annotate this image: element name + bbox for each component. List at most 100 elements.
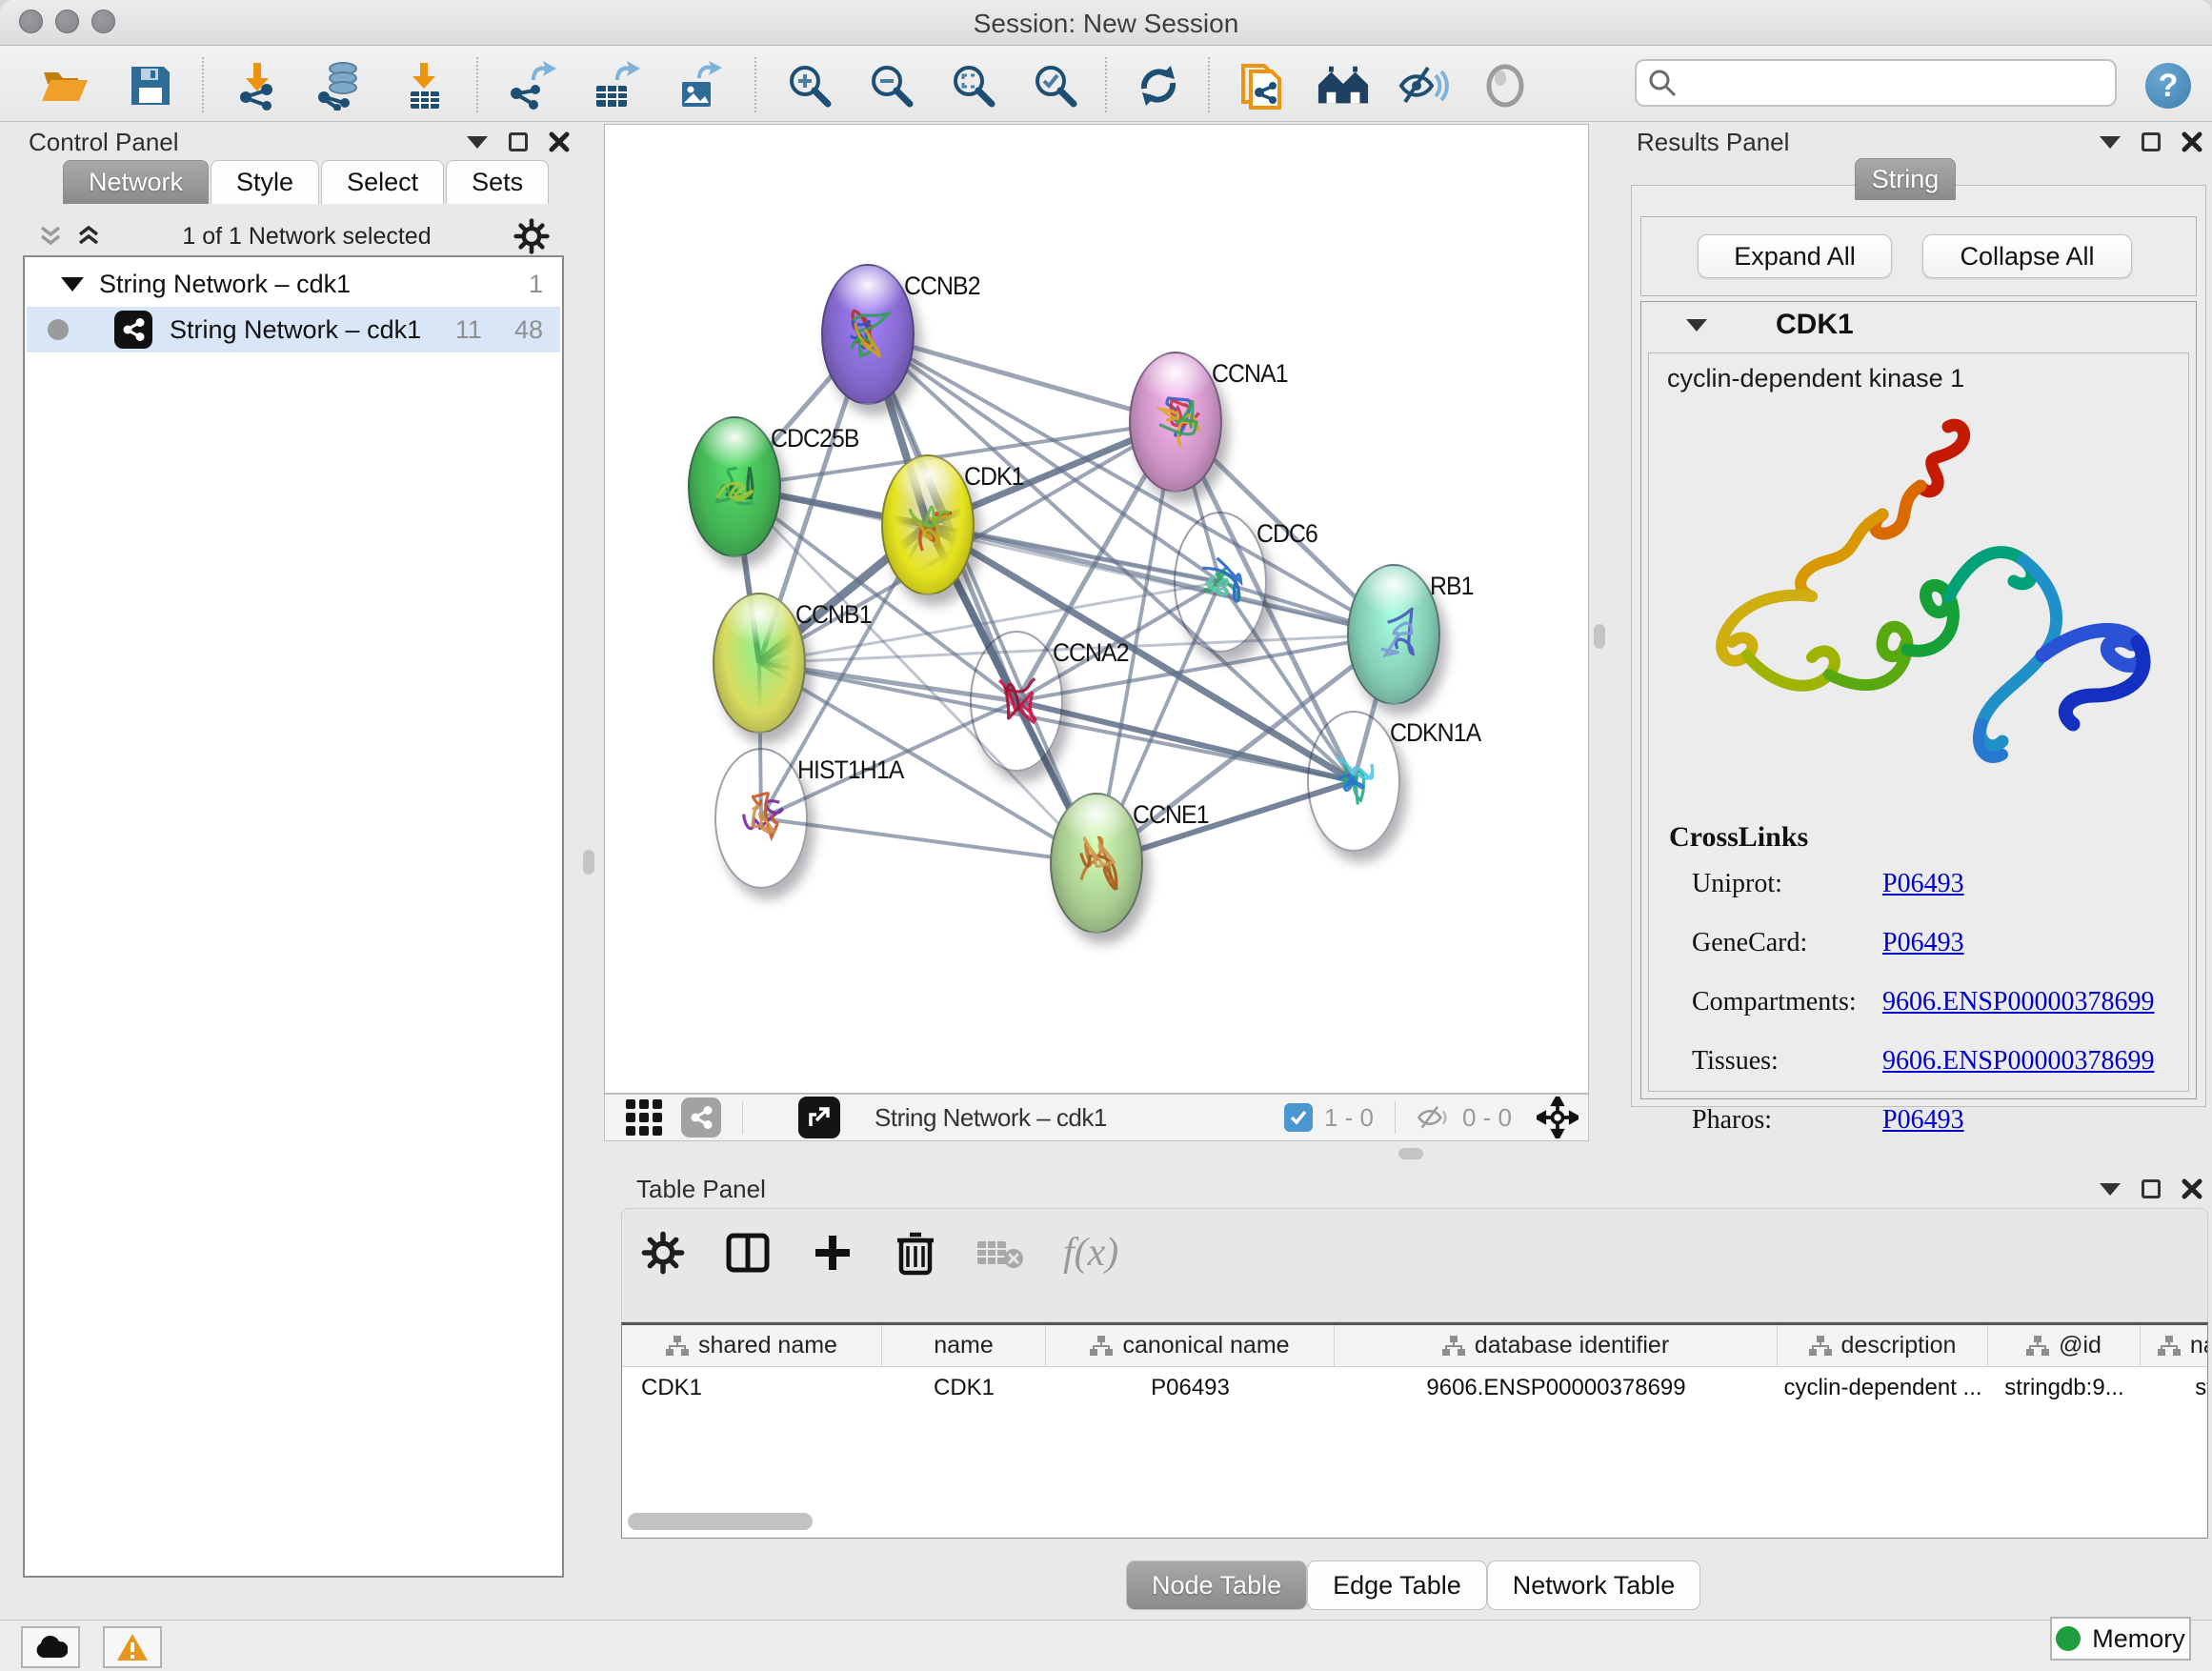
horizontal-scrollbar[interactable]	[628, 1513, 813, 1530]
gene-section-header[interactable]: CDK1	[1640, 301, 2197, 349]
table-panel-collapse-icon[interactable]	[2100, 1183, 2121, 1196]
export-image-button[interactable]	[673, 59, 726, 112]
tab-style[interactable]: Style	[211, 160, 319, 204]
collection-expander-icon[interactable]	[61, 277, 84, 292]
control-panel-collapse-icon[interactable]	[467, 136, 488, 149]
view-network-icon[interactable]	[681, 1097, 721, 1137]
results-panel-close-icon[interactable]	[2182, 131, 2202, 152]
crosslink-link[interactable]: P06493	[1882, 1105, 1964, 1136]
node-CCNB1[interactable]	[713, 593, 806, 734]
save-session-button[interactable]	[124, 59, 177, 112]
help-button[interactable]: ?	[2142, 59, 2195, 112]
show-columns-icon[interactable]	[724, 1229, 772, 1277]
crosslink-link[interactable]: P06493	[1882, 928, 1964, 958]
node-CDK1[interactable]	[881, 454, 975, 595]
tab-node-table[interactable]: Node Table	[1126, 1560, 1307, 1610]
crosslink-link[interactable]: P06493	[1882, 869, 1964, 899]
import-network-file-button[interactable]	[231, 59, 285, 112]
column-header-namespace[interactable]: namespace	[2141, 1325, 2208, 1366]
lens-disabled-button[interactable]	[1478, 59, 1532, 112]
network-collection-row[interactable]: String Network – cdk1 1	[27, 261, 560, 307]
cell-shared-name[interactable]: CDK1	[622, 1367, 882, 1409]
left-splitter-handle[interactable]	[583, 850, 594, 875]
cell-canonical-name[interactable]: P06493	[1046, 1367, 1335, 1409]
refresh-view-button[interactable]	[1132, 59, 1185, 112]
cell-description[interactable]: cyclin-dependent ...	[1778, 1367, 1988, 1409]
table-panel-float-icon[interactable]	[2142, 1179, 2161, 1198]
column-header-shared-name[interactable]: shared name	[622, 1325, 882, 1366]
node-CCNA2[interactable]	[970, 631, 1063, 772]
zoom-selected-button[interactable]	[1029, 59, 1082, 112]
tab-select[interactable]: Select	[321, 160, 444, 204]
collapse-all-button[interactable]: Collapse All	[1922, 234, 2132, 278]
node-CCNE1[interactable]	[1050, 793, 1143, 934]
node-CDC6[interactable]	[1174, 512, 1267, 653]
expand-all-icon[interactable]	[76, 224, 101, 249]
node-HIST1H1A[interactable]	[714, 748, 808, 889]
network-canvas[interactable]: CCNB2CCNA1CDC25BCDK1CDC6RB1CCNB1CCNA2CDK…	[604, 124, 1589, 1094]
column-header-description[interactable]: description	[1778, 1325, 1988, 1366]
node-protein-thumbnail	[1131, 353, 1224, 494]
zoom-out-button[interactable]	[865, 59, 918, 112]
tab-sets[interactable]: Sets	[446, 160, 549, 204]
table-row[interactable]: CDK1CDK1P064939606.ENSP00000378699cyclin…	[622, 1367, 2208, 1409]
search-field[interactable]	[1635, 59, 2117, 107]
selected-nodes-checkbox[interactable]	[1284, 1103, 1313, 1132]
zoom-in-button[interactable]	[783, 59, 836, 112]
pan-crosshair-icon[interactable]	[1537, 1097, 1579, 1138]
results-panel-float-icon[interactable]	[2142, 132, 2161, 151]
edge-CCNE1-HIST1H1A[interactable]	[761, 818, 1096, 863]
node-table[interactable]: shared namenamecanonical namedatabase id…	[621, 1322, 2208, 1539]
delete-column-icon[interactable]	[894, 1229, 937, 1277]
warning-button[interactable]	[103, 1626, 162, 1668]
import-network-database-button[interactable]	[312, 59, 366, 112]
export-table-button[interactable]	[589, 59, 642, 112]
right-splitter-handle[interactable]	[1594, 624, 1605, 649]
tab-edge-table[interactable]: Edge Table	[1307, 1560, 1487, 1610]
tab-network[interactable]: Network	[63, 160, 209, 204]
column-header-name[interactable]: name	[882, 1325, 1046, 1366]
bottom-splitter-handle[interactable]	[1398, 1148, 1423, 1159]
table-panel-close-icon[interactable]	[2182, 1178, 2202, 1199]
control-panel-close-icon[interactable]	[549, 131, 570, 152]
tab-network-table[interactable]: Network Table	[1487, 1560, 1701, 1610]
export-network-button[interactable]	[505, 59, 558, 112]
column-header--id[interactable]: @id	[1988, 1325, 2141, 1366]
clone-network-button[interactable]	[1235, 59, 1288, 112]
cell-name[interactable]: CDK1	[882, 1367, 1046, 1409]
node-RB1[interactable]	[1347, 564, 1440, 705]
node-CDC25B[interactable]	[688, 416, 781, 557]
tree-column-icon	[2026, 1336, 2049, 1357]
network-row[interactable]: String Network – cdk1 11 48	[27, 307, 560, 352]
cloud-button[interactable]	[21, 1626, 80, 1668]
memory-button[interactable]: Memory	[2050, 1617, 2191, 1661]
edge-CCNA2-CDKN1A[interactable]	[1016, 701, 1354, 781]
collapse-all-icon[interactable]	[38, 224, 63, 249]
home-pages-button[interactable]	[1317, 59, 1370, 112]
gene-expander-icon[interactable]	[1686, 319, 1707, 332]
detach-view-icon[interactable]	[798, 1097, 840, 1138]
crosslink-link[interactable]: 9606.ENSP00000378699	[1882, 987, 2154, 1017]
column-header-database-identifier[interactable]: database identifier	[1335, 1325, 1778, 1366]
node-CCNB2[interactable]	[821, 264, 915, 405]
network-options-gear-icon[interactable]	[513, 217, 551, 255]
hide-labels-button[interactable]	[1397, 59, 1450, 112]
results-panel-collapse-icon[interactable]	[2100, 136, 2121, 149]
view-grid-icon[interactable]	[626, 1099, 662, 1136]
column-header-canonical-name[interactable]: canonical name	[1046, 1325, 1335, 1366]
table-options-gear-icon[interactable]	[640, 1230, 686, 1276]
crosslink-link[interactable]: 9606.ENSP00000378699	[1882, 1046, 2154, 1077]
expand-all-button[interactable]: Expand All	[1698, 234, 1892, 278]
node-CDKN1A[interactable]	[1307, 711, 1400, 852]
add-column-icon[interactable]	[810, 1230, 855, 1276]
cell-namespace[interactable]: stringdb	[2141, 1367, 2208, 1409]
tab-string[interactable]: String	[1855, 158, 1956, 200]
control-panel-float-icon[interactable]	[509, 132, 528, 151]
cell--id[interactable]: stringdb:9...	[1988, 1367, 2141, 1409]
search-input[interactable]	[1686, 69, 2096, 98]
cell-database-identifier[interactable]: 9606.ENSP00000378699	[1335, 1367, 1778, 1409]
node-CCNA1[interactable]	[1129, 352, 1222, 493]
import-table-file-button[interactable]	[398, 59, 452, 112]
zoom-fit-button[interactable]	[947, 59, 1000, 112]
open-session-button[interactable]	[38, 59, 91, 112]
